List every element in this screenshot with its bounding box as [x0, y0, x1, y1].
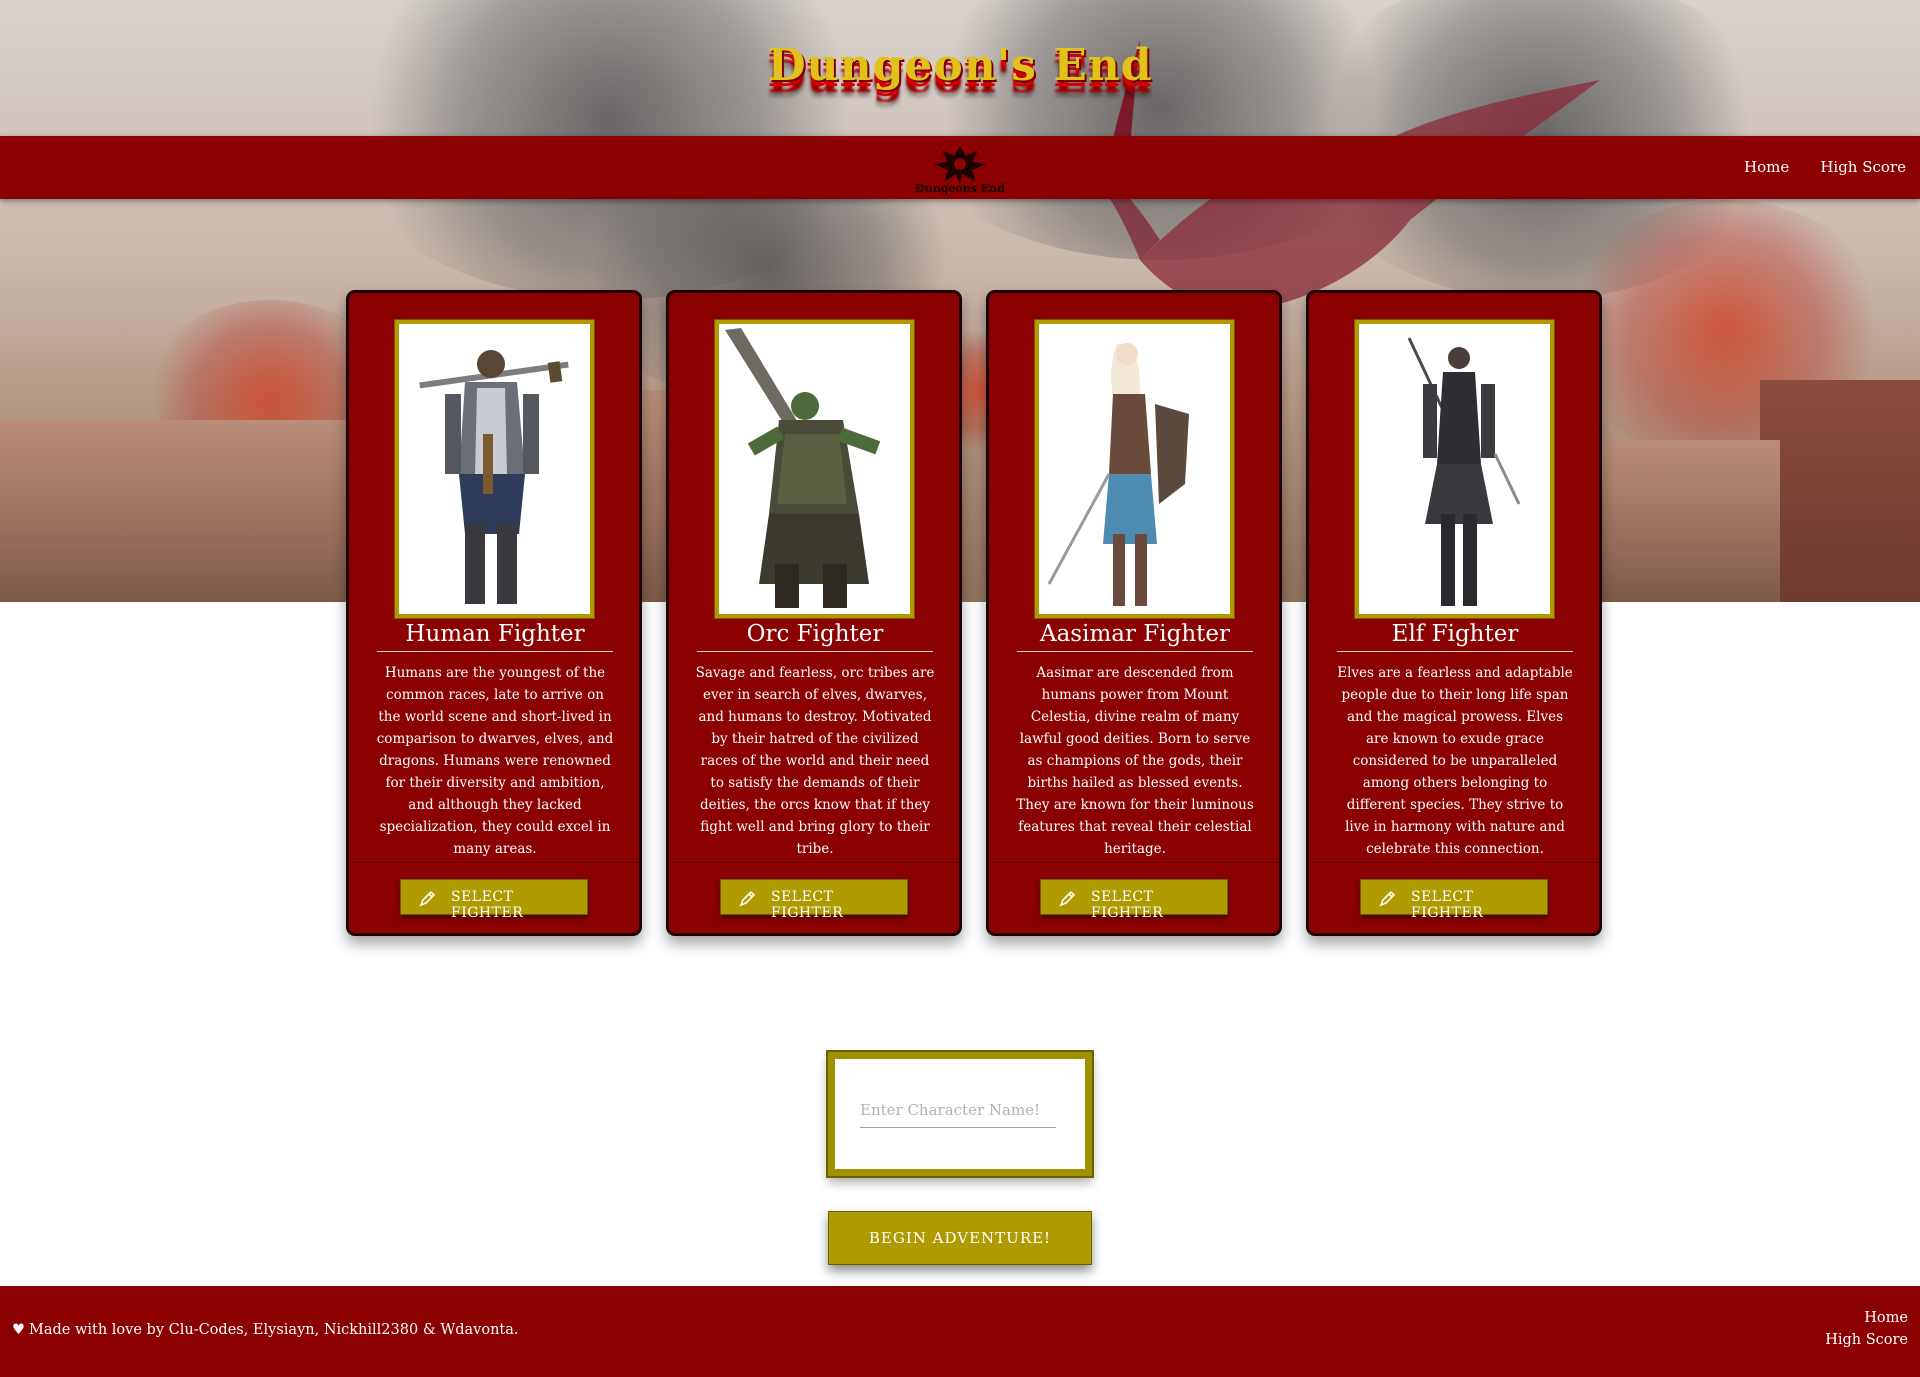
pencil-icon — [1379, 890, 1396, 907]
select-fighter-label: SELECT FIGHTER — [771, 889, 844, 921]
fighter-image-elf — [1354, 319, 1555, 619]
nav-links: Home High Score — [1718, 157, 1906, 176]
fighter-image-human — [394, 319, 595, 619]
select-fighter-button-aasimar[interactable]: SELECT FIGHTER — [1040, 879, 1228, 921]
fighter-image-orc — [714, 319, 915, 619]
card-divider — [1309, 862, 1599, 863]
select-fighter-button-human[interactable]: SELECT FIGHTER — [400, 879, 588, 921]
select-fighter-button-elf[interactable]: SELECT FIGHTER — [1360, 879, 1548, 921]
card-divider — [989, 862, 1279, 863]
logo[interactable]: Dungeons End — [915, 140, 1005, 196]
fighter-card-orc: Orc Fighter Savage and fearless, orc tri… — [666, 290, 962, 936]
footer-credit-text: Made with love by Clu-Codes, Elysiayn, N… — [29, 1322, 519, 1338]
fighter-description-human: Humans are the youngest of the common ra… — [376, 665, 614, 857]
aasimar-fighter-figure — [1047, 343, 1189, 606]
footer-home-link[interactable]: Home — [1825, 1307, 1908, 1329]
pencil-icon — [419, 890, 436, 907]
footer-credit: ♥ Made with love by Clu-Codes, Elysiayn, … — [12, 1322, 519, 1338]
pencil-icon — [1059, 890, 1076, 907]
select-fighter-button-orc[interactable]: SELECT FIGHTER — [720, 879, 908, 921]
fighter-title-human: Human Fighter — [377, 621, 613, 652]
card-divider — [669, 862, 959, 863]
orc-fighter-figure — [725, 328, 881, 608]
footer-links: Home High Score — [1825, 1307, 1908, 1351]
fighter-title-aasimar: Aasimar Fighter — [1017, 621, 1253, 652]
fighter-card-human: Human Fighter Humans are the youngest of… — [346, 290, 642, 936]
fighter-description-aasimar: Aasimar are descended from humans power … — [1016, 665, 1254, 857]
fighter-card-elf: Elf Fighter Elves are a fearless and ada… — [1306, 290, 1602, 936]
footer-high-score-link[interactable]: High Score — [1825, 1329, 1908, 1351]
fighter-image-aasimar — [1034, 319, 1235, 619]
fighter-title-elf: Elf Fighter — [1337, 621, 1573, 652]
site-title: Dungeon's End — [767, 40, 1153, 91]
human-fighter-figure — [419, 350, 569, 604]
logo-text: Dungeons End — [915, 182, 1005, 195]
character-name-input[interactable] — [860, 1092, 1056, 1128]
select-fighter-label: SELECT FIGHTER — [1411, 889, 1484, 921]
card-divider — [349, 862, 639, 863]
footer: ♥ Made with love by Clu-Codes, Elysiayn, … — [0, 1286, 1920, 1377]
pencil-icon — [739, 890, 756, 907]
select-fighter-label: SELECT FIGHTER — [451, 889, 524, 921]
fighter-description-elf: Elves are a fearless and adaptable peopl… — [1337, 665, 1573, 857]
fighter-card-aasimar: Aasimar Fighter Aasimar are descended fr… — [986, 290, 1282, 936]
navbar: Dungeons End Home High Score — [0, 136, 1920, 199]
character-name-box — [826, 1050, 1094, 1178]
fighter-description-orc: Savage and fearless, orc tribes are ever… — [695, 665, 935, 857]
select-fighter-label: SELECT FIGHTER — [1091, 889, 1164, 921]
heart-icon: ♥ — [12, 1322, 25, 1338]
dragon-logo-icon — [934, 146, 986, 184]
nav-high-score-link[interactable]: High Score — [1820, 158, 1906, 176]
nav-home-link[interactable]: Home — [1744, 158, 1789, 176]
elf-fighter-figure — [1407, 337, 1521, 606]
fighter-title-orc: Orc Fighter — [697, 621, 933, 652]
begin-adventure-button[interactable]: BEGIN ADVENTURE! — [828, 1211, 1092, 1265]
